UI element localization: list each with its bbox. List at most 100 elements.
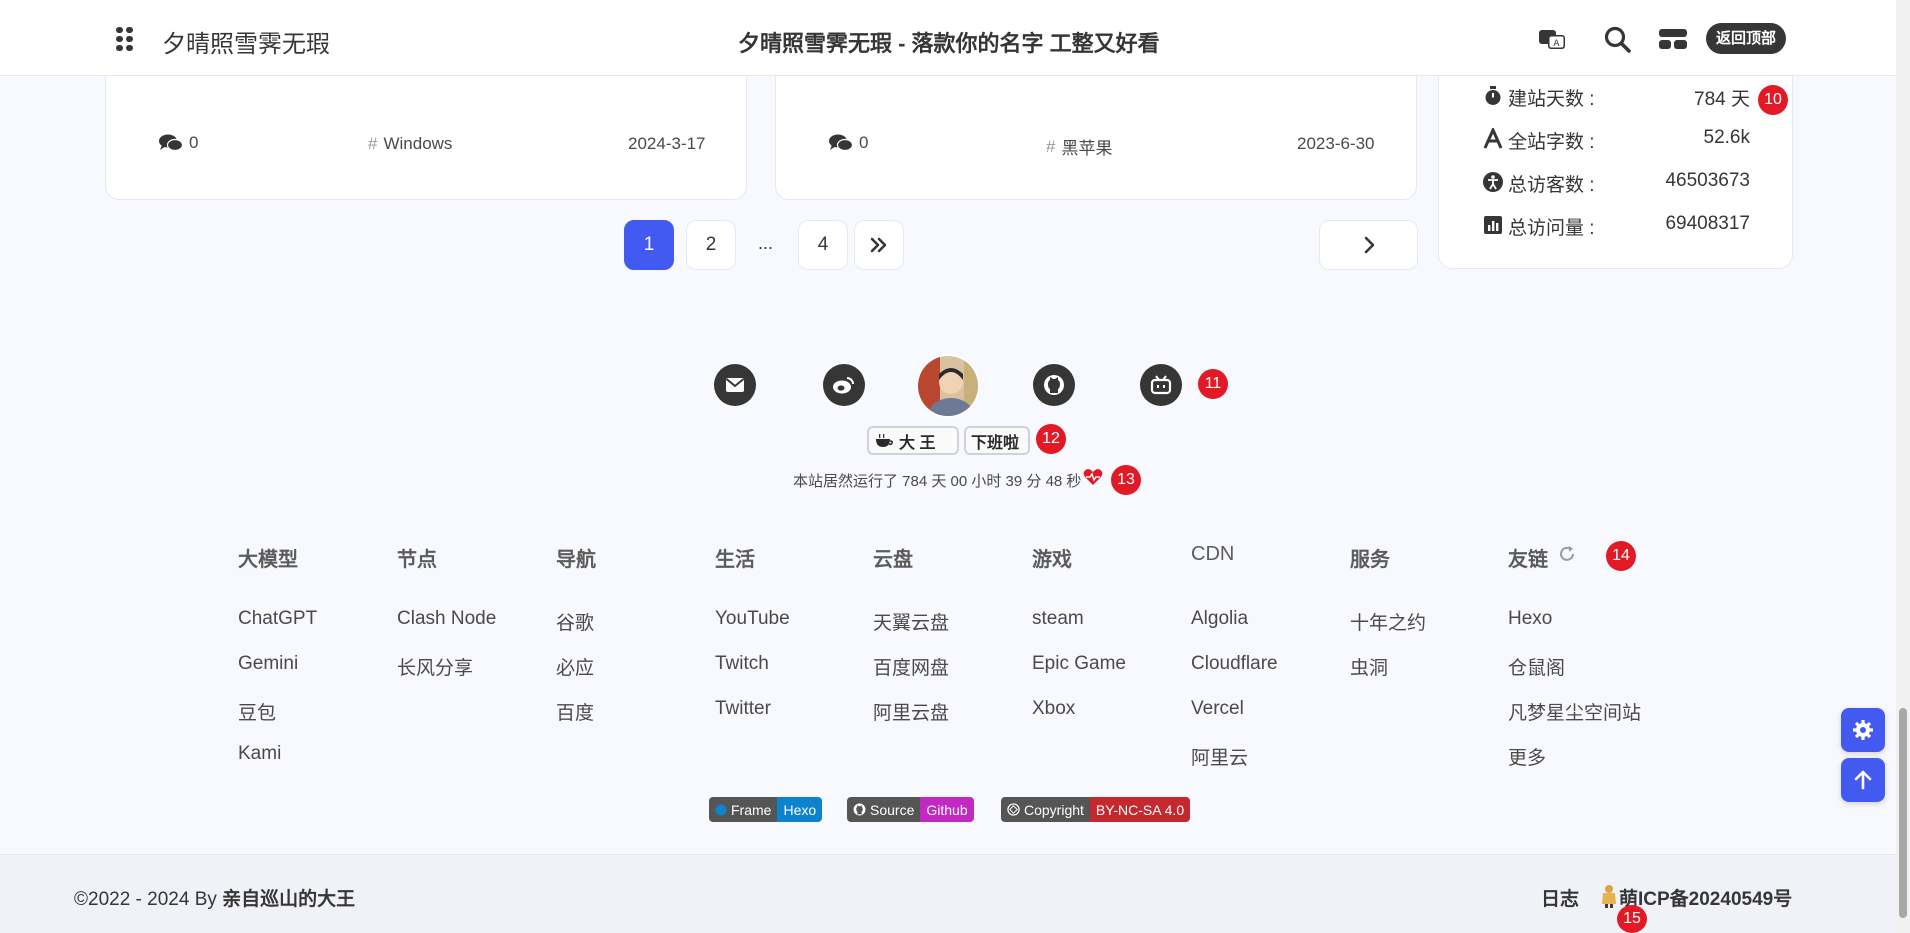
footer-link[interactable]: ChatGPT (238, 608, 317, 630)
annotation-marker: 10 (1758, 85, 1788, 115)
avatar-image (918, 356, 978, 416)
hexo-icon (715, 804, 727, 815)
footer-link[interactable]: Twitch (715, 653, 769, 675)
scroll-top-button[interactable] (1841, 758, 1885, 802)
creative-commons-icon (1007, 803, 1020, 816)
footer-link[interactable]: 豆包 (238, 698, 276, 725)
post-date: 2024-3-17 (628, 134, 706, 153)
post-date: 2023-6-30 (1297, 134, 1375, 153)
footer-link[interactable]: 百度 (556, 698, 594, 725)
github-icon (853, 803, 866, 816)
footer-link[interactable]: 必应 (556, 653, 594, 680)
footer-link[interactable]: 仓鼠阁 (1508, 653, 1565, 680)
scrollbar-thumb[interactable] (1899, 708, 1907, 918)
chevron-right-icon (1364, 236, 1374, 254)
post-tag[interactable]: # 黑苹果 (1046, 134, 1112, 159)
page-number-4[interactable]: 4 (798, 220, 848, 270)
footer-group-title: 生活 (715, 549, 755, 571)
footer-link[interactable]: 虫洞 (1350, 653, 1388, 680)
footer-link[interactable]: Hexo (1508, 608, 1552, 630)
footer-link[interactable]: 凡梦星尘空间站 (1508, 698, 1641, 725)
footer-link[interactable]: 天翼云盘 (873, 608, 949, 635)
next-page-button[interactable] (1319, 220, 1418, 270)
bar-chart-icon (1484, 216, 1502, 234)
github-icon (1044, 375, 1064, 395)
footer-link[interactable]: 阿里云盘 (873, 698, 949, 725)
footer-link[interactable]: 长风分享 (397, 653, 473, 680)
stopwatch-icon (1485, 86, 1501, 105)
site-name[interactable]: 夕晴照雪霁无瑕 (162, 24, 330, 59)
footer-group-title: CDN (1191, 543, 1235, 565)
author-link[interactable]: 亲自巡山的大王 (222, 889, 355, 910)
accessibility-icon (1483, 172, 1503, 192)
page-title: 夕晴照雪霁无瑕 - 落款你的名字 工整又好看 (738, 31, 1160, 56)
gear-icon (1853, 720, 1873, 740)
back-to-top-button[interactable]: 返回顶部 (1706, 23, 1787, 54)
footer-link[interactable]: Kami (238, 743, 281, 765)
settings-button[interactable] (1841, 708, 1885, 752)
footer-group-title: 游戏 (1032, 549, 1072, 571)
footer-group-title: 云盘 (873, 549, 913, 571)
footer-link[interactable]: Cloudflare (1191, 653, 1278, 675)
search-icon[interactable] (1602, 24, 1632, 54)
frame-badge[interactable]: Frame Hexo (709, 797, 823, 822)
page-number-1[interactable]: 1 (624, 220, 674, 270)
email-button[interactable] (714, 364, 756, 406)
footer-link[interactable]: steam (1032, 608, 1084, 630)
weibo-icon (833, 377, 854, 394)
tea-icon (876, 433, 893, 447)
stat-row-days: 建站天数 : 784 天 (1482, 82, 1750, 112)
navbar: 夕晴照雪霁无瑕 夕晴照雪霁无瑕 - 落款你的名字 工整又好看 A 返回顶部 (0, 0, 1896, 76)
annotation-marker: 12 (1036, 424, 1066, 454)
footer-link[interactable]: Vercel (1191, 698, 1244, 720)
arrow-up-icon (1854, 770, 1872, 790)
author-tag[interactable]: 大 王 (867, 426, 959, 455)
page-number-2[interactable]: 2 (686, 220, 736, 270)
email-icon (725, 378, 745, 392)
footer-link[interactable]: 阿里云 (1191, 743, 1248, 770)
avatar[interactable] (916, 354, 980, 418)
footer-group-title: 导航 (556, 549, 596, 571)
footer-link[interactable]: 十年之约 (1350, 608, 1426, 635)
footer-group-title: 友链 (1508, 549, 1548, 571)
double-chevron-right-icon (870, 237, 887, 253)
footer-link[interactable]: 百度网盘 (873, 653, 949, 680)
post-tag[interactable]: # Windows (368, 134, 452, 154)
heartbeat-icon (1083, 469, 1103, 485)
footer-link[interactable]: Epic Game (1032, 653, 1126, 675)
weibo-button[interactable] (823, 364, 865, 406)
page-ellipsis: ... (758, 233, 774, 253)
font-icon (1483, 128, 1503, 149)
github-button[interactable] (1033, 364, 1075, 406)
footer-group-title: 服务 (1350, 549, 1390, 571)
annotation-marker: 14 (1606, 541, 1636, 571)
menu-grid-icon[interactable] (116, 27, 134, 51)
footer-link[interactable]: 谷歌 (556, 608, 594, 635)
police-badge-icon (1602, 885, 1616, 908)
console-icon[interactable] (1658, 24, 1688, 54)
footer-link[interactable]: Algolia (1191, 608, 1248, 630)
copyright: ©2022 - 2024 By 亲自巡山的大王 (74, 889, 356, 910)
bilibili-button[interactable] (1140, 364, 1182, 406)
footer-link[interactable]: 更多 (1508, 743, 1546, 770)
footer-link[interactable]: Gemini (238, 653, 298, 675)
runtime-text: 本站居然运行了 784 天 00 小时 39 分 48 秒 (793, 473, 1082, 490)
footer-link[interactable]: Clash Node (397, 608, 496, 630)
hash-icon: # (1046, 136, 1056, 156)
copyright-badge[interactable]: Copyright BY-NC-SA 4.0 (1001, 797, 1191, 822)
translate-icon[interactable]: A (1537, 24, 1567, 54)
svg-text:A: A (1553, 39, 1560, 49)
footer-link[interactable]: YouTube (715, 608, 790, 630)
source-badge[interactable]: Source Github (847, 797, 974, 822)
comments-icon (829, 134, 853, 152)
footer-link[interactable]: Xbox (1032, 698, 1075, 720)
footer-link[interactable]: Twitter (715, 698, 771, 720)
status-tag: 下班啦 (964, 426, 1030, 455)
stat-row-visitors: 总访客数 : 46503673 (1482, 168, 1750, 198)
refresh-icon[interactable] (1557, 544, 1577, 564)
icp-link[interactable]: 萌ICP备20240549号 (1619, 884, 1792, 911)
log-link[interactable]: 日志 (1541, 884, 1579, 911)
bilibili-icon (1150, 375, 1172, 395)
comment-count: 0 (159, 133, 198, 153)
last-page-button[interactable] (854, 220, 904, 270)
